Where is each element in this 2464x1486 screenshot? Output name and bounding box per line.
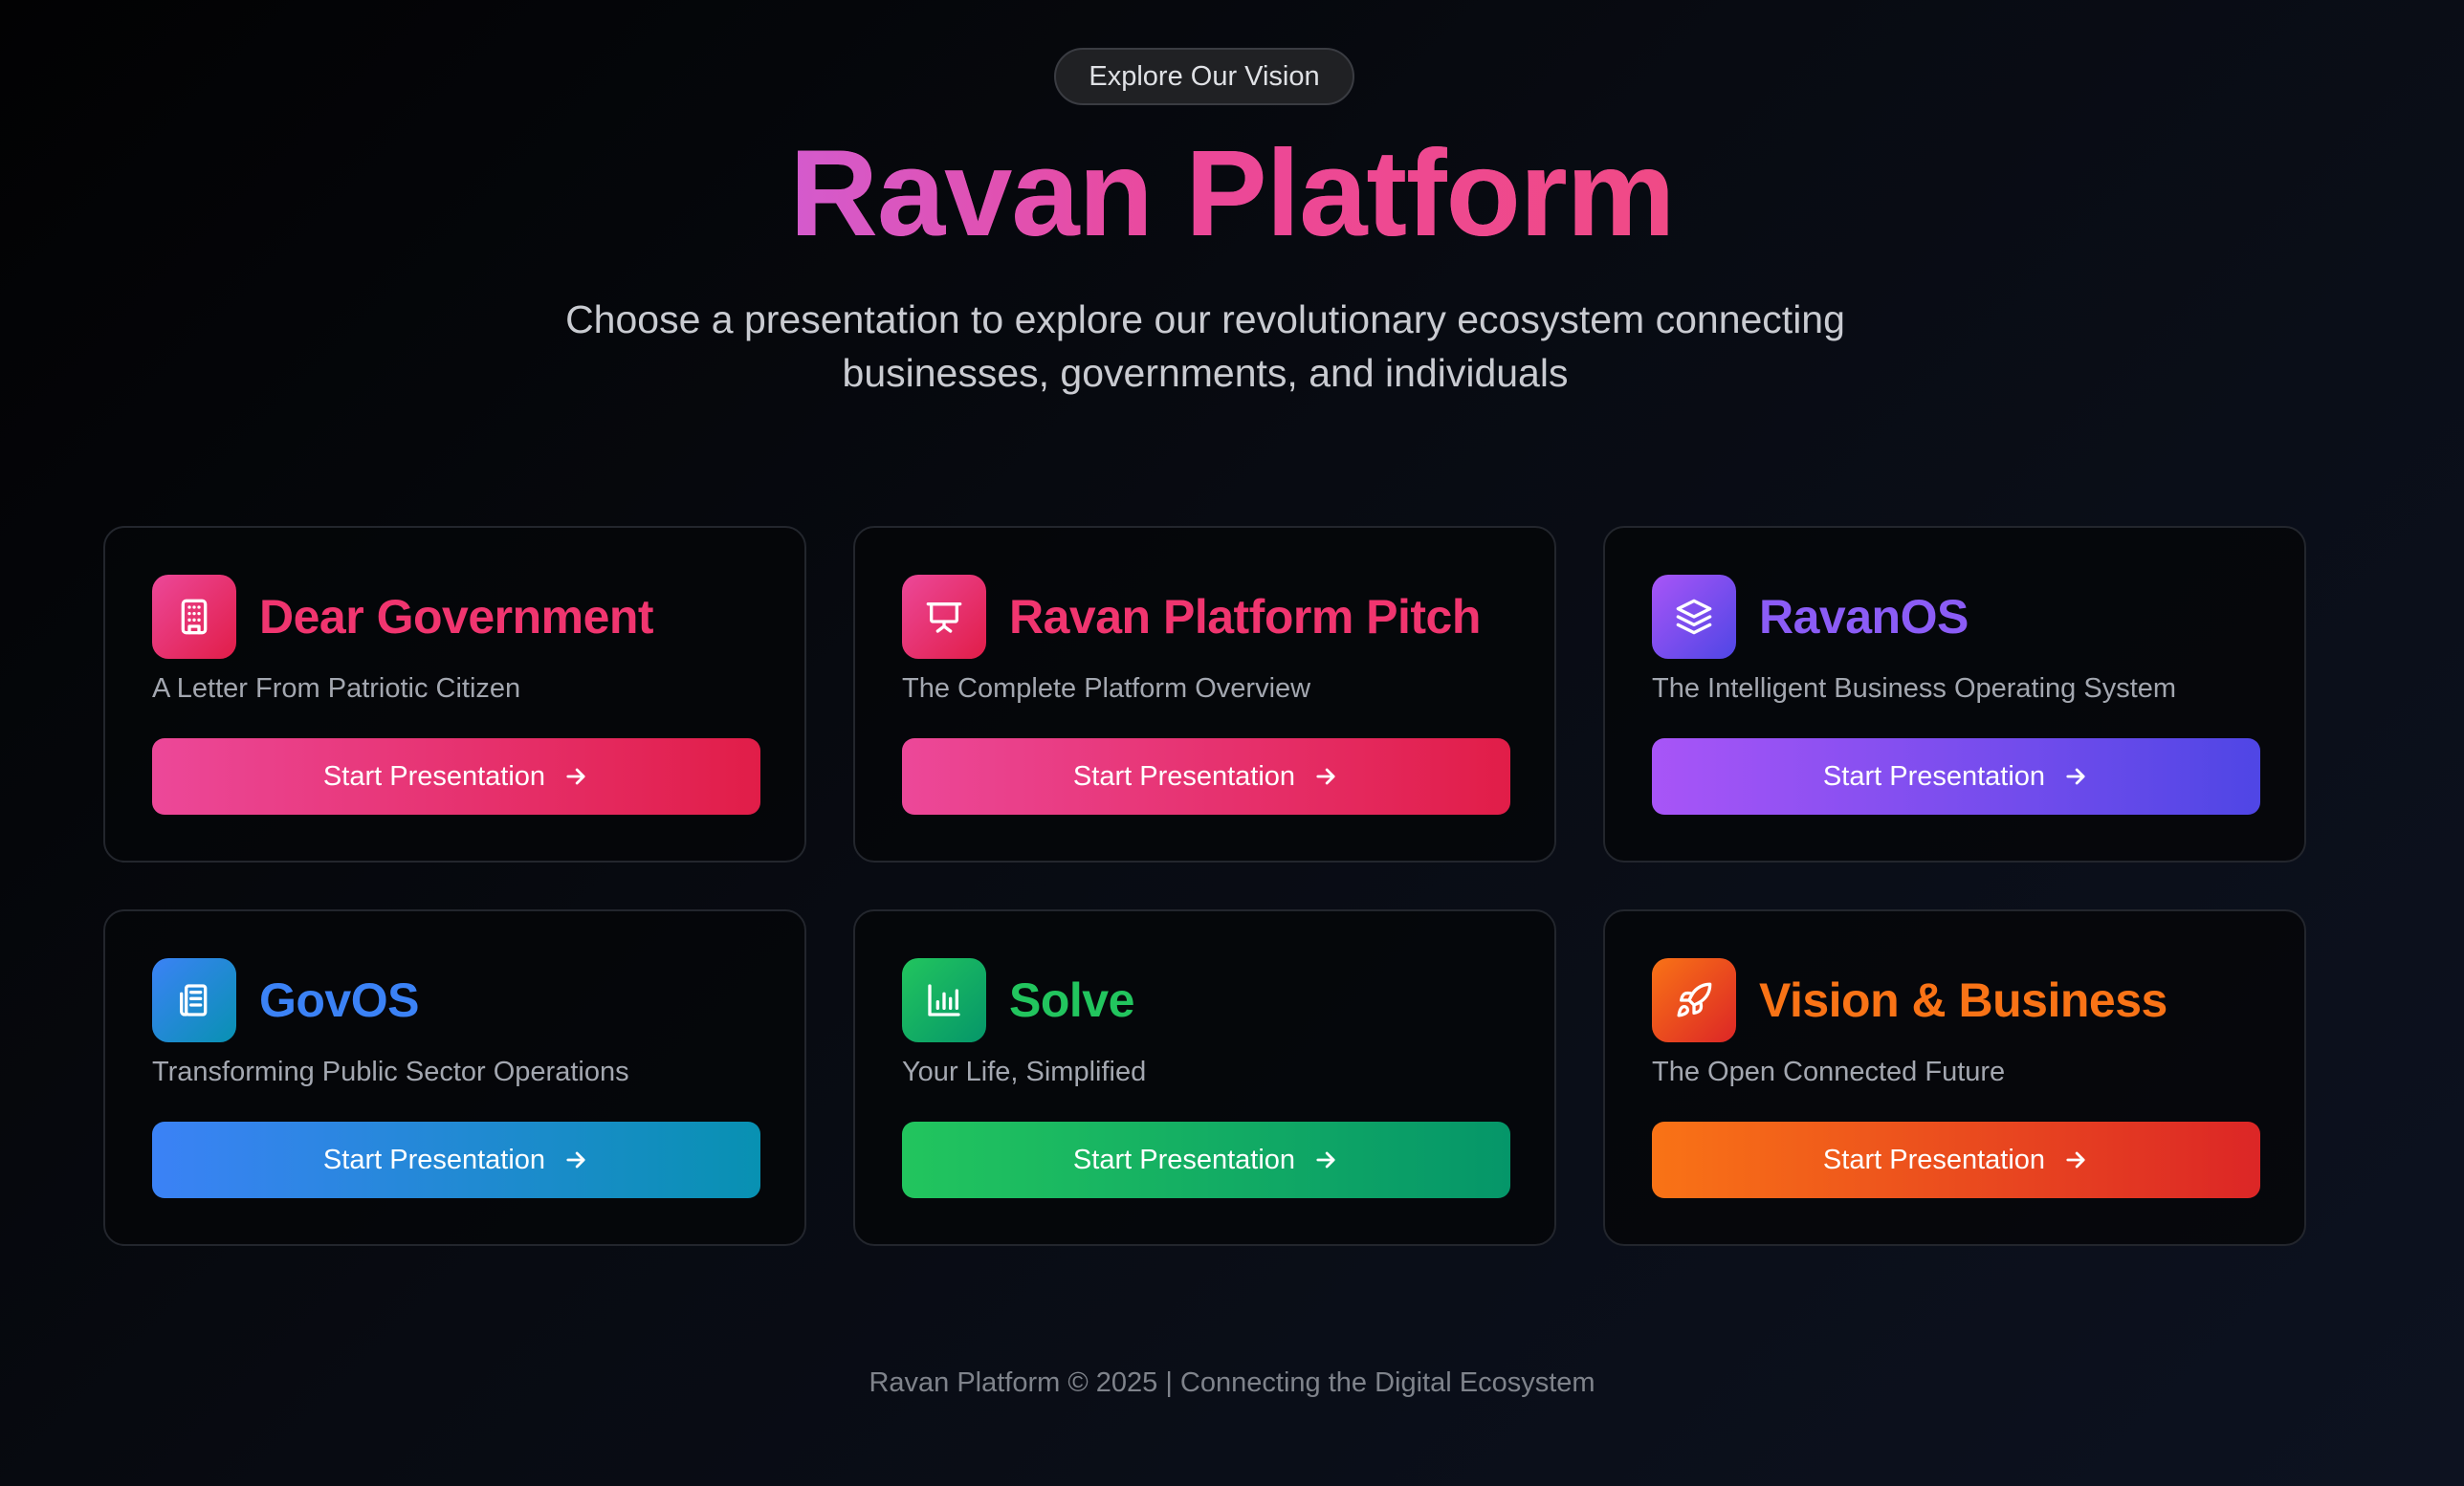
building-icon: [152, 575, 236, 659]
presentation-card-solve: Solve Your Life, Simplified Start Presen…: [853, 909, 1556, 1246]
presentation-card-govos: GovOS Transforming Public Sector Operati…: [103, 909, 806, 1246]
presentation-card-ravanos: RavanOS The Intelligent Business Operati…: [1603, 526, 2306, 863]
card-subtitle: Transforming Public Sector Operations: [152, 1057, 629, 1087]
card-title: Dear Government: [259, 590, 654, 644]
footer-text: Ravan Platform © 2025 | Connecting the D…: [869, 1367, 1595, 1398]
card-header: GovOS: [152, 958, 419, 1042]
arrow-right-icon: [1316, 768, 1335, 785]
presentation-icon: [902, 575, 986, 659]
button-label: Start Presentation: [322, 1144, 546, 1175]
document-icon: [152, 958, 236, 1042]
presentation-grid: Dear Government A Letter From Patriotic …: [103, 526, 2307, 1246]
card-subtitle: The Intelligent Business Operating Syste…: [1652, 673, 2177, 704]
card-subtitle: Your Life, Simplified: [902, 1057, 1147, 1087]
explore-vision-pill[interactable]: Explore Our Vision: [1054, 48, 1354, 105]
presentation-card-dear-government: Dear Government A Letter From Patriotic …: [103, 526, 806, 863]
page-title: Ravan Platform: [0, 122, 2464, 266]
card-subtitle: The Open Connected Future: [1652, 1057, 2006, 1087]
start-presentation-button[interactable]: Start Presentation: [152, 1122, 760, 1198]
button-label: Start Presentation: [1822, 760, 2046, 792]
rocket-icon: [1652, 958, 1736, 1042]
start-presentation-button[interactable]: Start Presentation: [152, 738, 760, 815]
page-subtitle: Choose a presentation to explore our rev…: [517, 293, 1894, 400]
arrow-right-icon: [566, 768, 585, 785]
landing-page: Explore Our Vision Ravan Platform Choose…: [0, 0, 2464, 1486]
card-header: Dear Government: [152, 575, 654, 659]
start-presentation-button[interactable]: Start Presentation: [902, 1122, 1510, 1198]
card-header: Ravan Platform Pitch: [902, 575, 1481, 659]
card-subtitle: A Letter From Patriotic Citizen: [152, 673, 521, 704]
button-label: Start Presentation: [322, 760, 546, 792]
card-title: RavanOS: [1759, 590, 1969, 644]
card-title: Ravan Platform Pitch: [1009, 590, 1481, 644]
start-presentation-button[interactable]: Start Presentation: [902, 738, 1510, 815]
presentation-card-ravan-platform-pitch: Ravan Platform Pitch The Complete Platfo…: [853, 526, 1556, 863]
card-title: Vision & Business: [1759, 973, 2167, 1027]
page-subtitle-line-2: businesses, governments, and individuals: [842, 351, 1569, 395]
page-subtitle-line-1: Choose a presentation to explore our rev…: [565, 297, 1845, 341]
arrow-right-icon: [1316, 1151, 1335, 1169]
button-label: Start Presentation: [1072, 760, 1296, 792]
layers-icon: [1652, 575, 1736, 659]
card-header: Vision & Business: [1652, 958, 2167, 1042]
card-title: Solve: [1009, 973, 1134, 1027]
start-presentation-button[interactable]: Start Presentation: [1652, 1122, 2260, 1198]
card-header: Solve: [902, 958, 1134, 1042]
card-subtitle: The Complete Platform Overview: [902, 673, 1311, 704]
button-label: Start Presentation: [1822, 1144, 2046, 1175]
start-presentation-button[interactable]: Start Presentation: [1652, 738, 2260, 815]
arrow-right-icon: [2066, 768, 2085, 785]
card-title: GovOS: [259, 973, 419, 1027]
card-header: RavanOS: [1652, 575, 1969, 659]
arrow-right-icon: [566, 1151, 585, 1169]
presentation-card-vision-business: Vision & Business The Open Connected Fut…: [1603, 909, 2306, 1246]
arrow-right-icon: [2066, 1151, 2085, 1169]
button-label: Start Presentation: [1072, 1144, 1296, 1175]
bar-chart-icon: [902, 958, 986, 1042]
page-title-text: Ravan Platform: [789, 125, 1676, 262]
